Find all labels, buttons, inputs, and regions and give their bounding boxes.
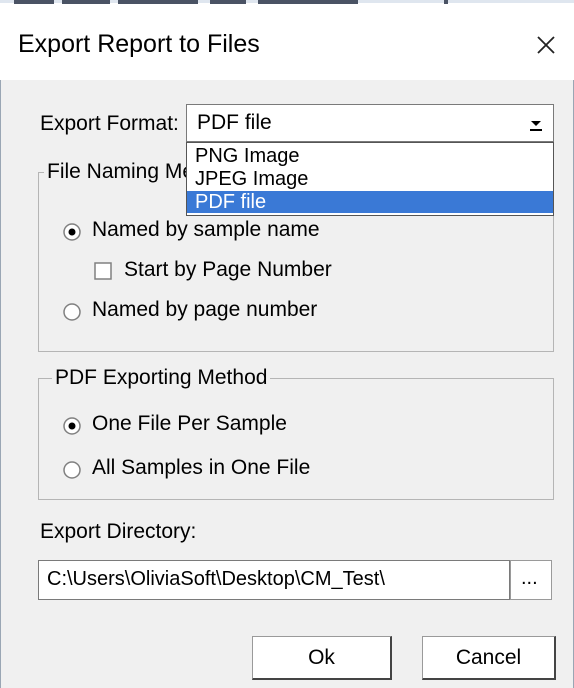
file-naming-group-label: File Naming Me [44, 160, 198, 184]
export-directory-value: C:\Users\OliviaSoft\Desktop\CM_Test\ [47, 568, 385, 590]
named-by-sample-label[interactable]: Named by sample name [92, 218, 320, 242]
all-samples-one-file-label[interactable]: All Samples in One File [92, 456, 310, 480]
browse-button[interactable]: ... [510, 560, 552, 600]
background-fragment [14, 0, 54, 4]
start-by-page-label[interactable]: Start by Page Number [124, 258, 332, 282]
close-button[interactable] [522, 22, 570, 68]
background-fragment [258, 0, 358, 4]
export-format-dropdown-list[interactable]: PNG Image JPEG Image PDF file [186, 142, 554, 216]
one-file-per-sample-label[interactable]: One File Per Sample [92, 412, 287, 436]
named-by-page-label[interactable]: Named by page number [92, 298, 317, 322]
dialog-left-border [0, 8, 9, 688]
cancel-button[interactable]: Cancel [422, 636, 556, 680]
dropdown-arrow-icon[interactable] [525, 113, 547, 133]
dropdown-option-png[interactable]: PNG Image [187, 145, 553, 167]
export-format-select[interactable]: PDF file [186, 104, 554, 142]
radio-all-samples-one-file[interactable] [62, 460, 82, 480]
dialog-right-border [565, 8, 574, 688]
export-format-value: PDF file [197, 111, 272, 134]
dialog-title: Export Report to Files [18, 30, 260, 58]
pdf-method-group [38, 378, 554, 500]
radio-one-file-per-sample[interactable] [62, 416, 82, 436]
close-icon [537, 36, 555, 54]
radio-named-by-sample[interactable] [62, 222, 82, 242]
background-fragment [118, 0, 198, 4]
dropdown-option-pdf[interactable]: PDF file [187, 191, 553, 213]
radio-named-by-page[interactable] [62, 302, 82, 322]
dropdown-option-jpeg[interactable]: JPEG Image [187, 168, 553, 190]
export-directory-input[interactable]: C:\Users\OliviaSoft\Desktop\CM_Test\ [38, 560, 510, 600]
browse-label: ... [521, 567, 538, 589]
pdf-method-group-label: PDF Exporting Method [52, 366, 271, 390]
checkbox-start-by-page[interactable] [94, 262, 112, 280]
title-bar[interactable]: Export Report to Files [0, 8, 574, 80]
export-format-label: Export Format: [40, 112, 179, 135]
ok-button[interactable]: Ok [252, 636, 392, 680]
background-fragment [62, 0, 110, 4]
background-fragment [444, 0, 448, 4]
background-fragment [210, 0, 246, 4]
export-directory-label: Export Directory: [40, 520, 197, 543]
